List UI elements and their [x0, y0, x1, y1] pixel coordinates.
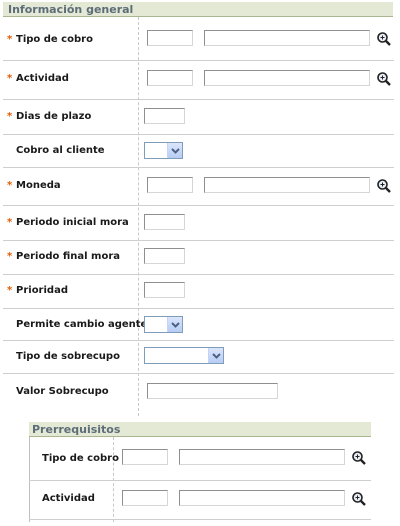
field-label: * Tipo de cobro: [7, 34, 93, 45]
field-label: * Periodo final mora: [7, 251, 121, 262]
moneda-description-input[interactable]: [204, 177, 370, 193]
required-marker: *: [7, 34, 13, 45]
dropdown-button[interactable]: [167, 317, 182, 332]
field-label: Tipo de cobro: [42, 453, 119, 464]
field-label: * Moneda: [7, 180, 61, 191]
required-marker: *: [7, 111, 13, 122]
prereq-row-tipo-cobro: Tipo de cobro: [29, 437, 371, 481]
dias-plazo-input[interactable]: [144, 108, 185, 124]
magnifier-icon[interactable]: [376, 31, 392, 47]
prerequisites-title: Prerrequisitos: [29, 422, 371, 437]
magnifier-icon[interactable]: [351, 450, 367, 466]
chevron-down-icon: [212, 353, 221, 359]
actividad-description-input[interactable]: [204, 70, 370, 86]
prereq-actividad-description-input[interactable]: [179, 490, 345, 506]
dropdown-button[interactable]: [208, 348, 223, 363]
row-actividad: * Actividad: [3, 61, 394, 100]
row-tipo-cobro: * Tipo de cobro: [3, 17, 394, 61]
actividad-code-input[interactable]: [147, 70, 193, 86]
row-cobro-cliente: Cobro al cliente: [3, 135, 394, 168]
required-marker: *: [7, 217, 13, 228]
row-tipo-sobrecupo: Tipo de sobrecupo: [3, 341, 394, 374]
magnifier-icon[interactable]: [376, 178, 392, 194]
dropdown-button[interactable]: [167, 143, 182, 158]
required-marker: *: [7, 73, 13, 84]
field-label: * Actividad: [7, 73, 69, 84]
row-dias-plazo: * Dias de plazo: [3, 100, 394, 135]
moneda-code-input[interactable]: [147, 177, 193, 193]
prereq-tipo-cobro-description-input[interactable]: [179, 449, 345, 465]
tipo-cobro-code-input[interactable]: [147, 30, 193, 46]
field-label: Permite cambio agente: [16, 319, 148, 330]
cobro-cliente-select[interactable]: [144, 142, 183, 159]
section-title: Información general: [3, 2, 393, 17]
row-periodo-final: * Periodo final mora: [3, 241, 394, 275]
prereq-row-actividad: Actividad: [29, 481, 371, 520]
field-label: * Dias de plazo: [7, 111, 92, 122]
row-permite-cambio: Permite cambio agente: [3, 309, 394, 341]
field-label: * Prioridad: [7, 285, 68, 296]
magnifier-icon[interactable]: [351, 491, 367, 507]
periodo-final-input[interactable]: [144, 248, 185, 264]
field-label: Valor Sobrecupo: [16, 386, 109, 397]
field-label: Cobro al cliente: [16, 145, 105, 156]
row-valor-sobrecupo: Valor Sobrecupo: [3, 374, 394, 410]
magnifier-icon[interactable]: [376, 71, 392, 87]
required-marker: *: [7, 180, 13, 191]
tipo-cobro-description-input[interactable]: [204, 30, 370, 46]
valor-sobrecupo-input[interactable]: [147, 383, 278, 399]
required-marker: *: [7, 251, 13, 262]
required-marker: *: [7, 285, 13, 296]
field-label: Actividad: [42, 493, 95, 504]
row-prioridad: * Prioridad: [3, 275, 394, 309]
row-moneda: * Moneda: [3, 168, 394, 206]
permite-cambio-select[interactable]: [144, 316, 183, 333]
tipo-sobrecupo-select[interactable]: [144, 347, 224, 364]
prioridad-input[interactable]: [144, 282, 185, 298]
periodo-inicial-input[interactable]: [144, 214, 185, 230]
prereq-actividad-code-input[interactable]: [122, 490, 168, 506]
row-periodo-inicial: * Periodo inicial mora: [3, 206, 394, 241]
prereq-tipo-cobro-code-input[interactable]: [122, 449, 168, 465]
chevron-down-icon: [171, 148, 180, 154]
field-label: Tipo de sobrecupo: [16, 351, 120, 362]
field-label: * Periodo inicial mora: [7, 217, 129, 228]
chevron-down-icon: [171, 322, 180, 328]
